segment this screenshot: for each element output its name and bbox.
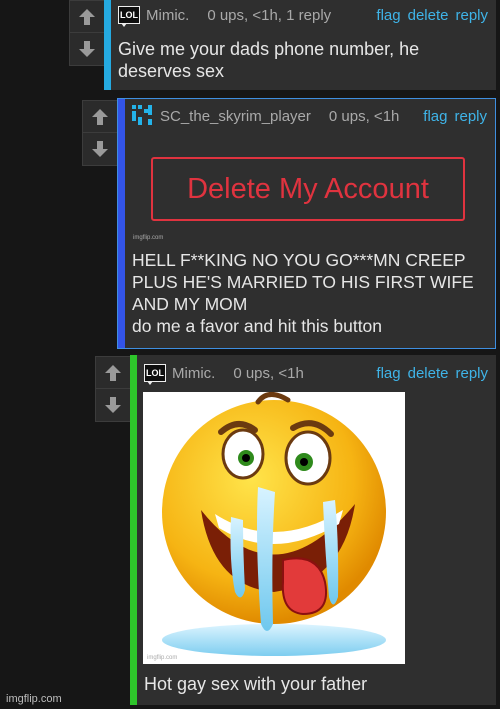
comment-meta: 0 ups, <1h [328,107,400,125]
thread-bar [118,99,125,348]
username[interactable]: Mimic. [146,7,189,24]
drooling-emoji-icon [162,392,386,656]
comment-3: LOL Mimic. 0 ups, <1h flag delete reply [130,355,496,705]
delete-link[interactable]: delete [408,7,449,24]
comment-header: SC_the_skyrim_player 0 ups, <1h flag rep… [132,105,487,127]
username[interactable]: Mimic. [172,365,215,382]
flag-link[interactable]: flag [423,108,447,125]
downvote-button[interactable] [70,32,104,64]
thread-bar [130,355,137,705]
arrow-up-icon [92,108,108,125]
username[interactable]: SC_the_skyrim_player [160,108,311,125]
arrow-up-icon [105,364,121,381]
reply-link[interactable]: reply [455,7,488,24]
comment-1: LOL Mimic. 0 ups, <1h, 1 reply flag dele… [104,0,496,90]
downvote-button[interactable] [96,388,130,420]
comment-image[interactable]: imgflip.com [143,392,405,664]
flag-link[interactable]: flag [376,365,400,382]
text-line: AND MY MOM [132,294,248,314]
text-line: Hot gay sex with your father [144,674,368,694]
upvote-button[interactable] [70,1,104,32]
upvote-button[interactable] [83,101,117,132]
text-line: deserves sex [118,61,225,81]
comment-meta: 0 ups, <1h [233,364,304,382]
image-watermark: imgflip.com [133,235,164,241]
reply-link[interactable]: reply [454,108,487,125]
downvote-button[interactable] [83,132,117,164]
image-watermark: imgflip.com [147,655,178,661]
comment-header: LOL Mimic. 0 ups, <1h flag delete reply [144,362,488,385]
arrow-down-icon [105,396,121,413]
delete-link[interactable]: delete [408,365,449,382]
lol-avatar-icon[interactable]: LOL [144,364,166,385]
comment-text: HELL F**KING NO YOU GO***MN CREEP PLUS H… [132,249,485,337]
reply-link[interactable]: reply [455,365,488,382]
lol-avatar-icon[interactable]: LOL [118,6,140,27]
text-line: HELL F**KING NO YOU GO***MN CREEP [132,250,466,270]
arrow-up-icon [79,8,95,25]
comment-meta: 0 ups, <1h, 1 reply [207,6,332,24]
text-line: Give me your dads phone number, he [118,39,420,59]
comment-2: SC_the_skyrim_player 0 ups, <1h flag rep… [117,98,496,349]
imgflip-watermark: imgflip.com [6,693,62,705]
pixel-avatar-icon[interactable] [132,105,154,127]
text-line: do me a favor and hit this button [132,316,383,336]
flag-link[interactable]: flag [376,7,400,24]
vote-box-1 [69,0,105,66]
arrow-down-icon [79,40,95,57]
thread-bar [104,0,111,90]
delete-my-account-button[interactable]: Delete My Account [151,157,465,221]
comment-header: LOL Mimic. 0 ups, <1h, 1 reply flag dele… [118,4,488,27]
upvote-button[interactable] [96,357,130,388]
text-line: PLUS HE'S MARRIED TO HIS FIRST WIFE [132,272,474,292]
arrow-down-icon [92,140,108,157]
comment-text: Hot gay sex with your father [144,673,486,695]
vote-box-2 [82,100,118,166]
comment-text: Give me your dads phone number, he deser… [118,38,486,82]
vote-box-3 [95,356,131,422]
